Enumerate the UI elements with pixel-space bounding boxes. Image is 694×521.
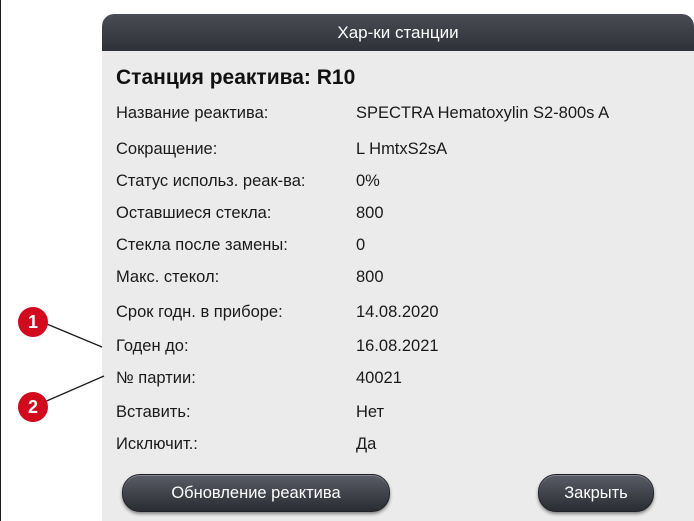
field-label: Стекла после замены: (116, 236, 288, 254)
frame-border-line (0, 0, 1, 521)
field-value: 16.08.2021 (356, 337, 439, 355)
field-label: № партии: (116, 369, 196, 387)
field-value: L HmtxS2sA (356, 140, 448, 158)
callout-1-badge: 1 (18, 307, 48, 337)
field-value: 14.08.2020 (356, 303, 439, 321)
callout-1-leader (41, 321, 103, 348)
field-label: Оставшиеся стекла: (116, 204, 272, 222)
field-value: Нет (356, 403, 385, 421)
field-label: Статус использ. реак-ва: (116, 172, 306, 190)
field-label: Сокращение: (116, 140, 218, 158)
station-properties-dialog: Хар-ки станции Станция реактива: R10 Наз… (102, 14, 694, 521)
field-value: 0 (356, 236, 366, 254)
field-label: Годен до: (116, 337, 189, 355)
field-label: Срок годн. в приборе: (116, 303, 283, 321)
close-button[interactable]: Закрыть (538, 474, 654, 512)
station-heading: Станция реактива: R10 (116, 66, 356, 89)
field-value: Да (356, 435, 377, 453)
field-value: 800 (356, 204, 384, 222)
field-value: SPECTRA Hematoxylin S2-800s A (356, 104, 610, 122)
field-value: 800 (356, 268, 384, 286)
field-label: Вставить: (116, 403, 191, 421)
field-label: Название реактива: (116, 104, 269, 122)
update-reagent-button[interactable]: Обновление реактива (122, 474, 390, 512)
field-label: Макс. стекол: (116, 268, 220, 286)
field-label: Исключит.: (116, 435, 198, 453)
callout-2-leader (41, 375, 105, 404)
field-value: 40021 (356, 369, 402, 387)
dialog-title: Хар-ки станции (102, 14, 694, 51)
callout-2-badge: 2 (18, 392, 48, 422)
field-value: 0% (356, 172, 380, 190)
